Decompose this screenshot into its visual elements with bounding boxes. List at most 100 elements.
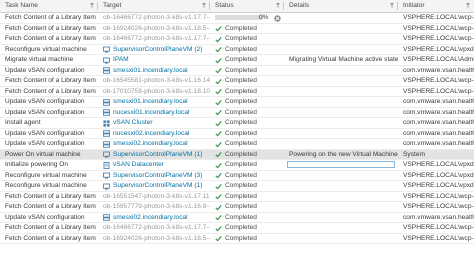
initiator-cell: VSPHERE.LOCAL\wcp-v <box>403 24 474 32</box>
initiator-cell: com.vmware.vsan.health <box>403 98 474 105</box>
status-cell: Completed <box>210 87 284 97</box>
task-name-cell: Reconfigure virtual machine <box>5 171 87 179</box>
target-link[interactable]: smesxi02.incendiary.local <box>98 213 210 223</box>
table-row[interactable]: Update vSAN configuration nucesxi01.incen… <box>0 108 474 118</box>
details-cell: Migrating Virtual Machine active state <box>289 56 398 63</box>
filter-icon[interactable] <box>276 3 280 8</box>
target-link[interactable]: smesxi02.incendiary.local <box>98 139 210 149</box>
target-link-label: IPAM <box>113 56 129 63</box>
column-header-details[interactable]: Details <box>284 0 398 12</box>
table-row[interactable]: Fetch Content of a Library Item ob-170107… <box>0 87 474 97</box>
target-link[interactable]: vSAN Cluster <box>98 118 210 128</box>
initiator-cell: VSPHERE.LOCAL\vpxd-e <box>403 182 474 189</box>
check-icon <box>215 225 222 231</box>
details-cell <box>284 45 398 55</box>
table-row[interactable]: Update vSAN configuration smesxi01.incend… <box>0 97 474 108</box>
status-label: Completed <box>225 213 257 221</box>
host-icon <box>103 214 110 221</box>
target-link[interactable]: nucesxi01.incendiary.local <box>98 108 210 118</box>
table-row[interactable]: Initialize powering On vSAN Datacenter Com… <box>0 160 474 171</box>
virtual-machine-icon <box>103 183 110 190</box>
details-cell <box>284 34 398 44</box>
initiator-cell: VSPHERE.LOCAL\wcp-v <box>403 14 474 21</box>
virtual-machine-icon <box>103 46 110 53</box>
target-link[interactable]: smesxi01.incendiary.local <box>98 97 210 107</box>
task-name-cell: Update vSAN configuration <box>5 129 85 137</box>
details-cell <box>284 76 398 86</box>
target-link-label: SupervisorControlPlaneVM (1) <box>113 182 203 189</box>
filter-icon[interactable] <box>466 3 470 8</box>
details-cell <box>284 234 398 244</box>
details-field[interactable] <box>287 161 395 168</box>
task-name-cell: Fetch Content of a Library Item <box>5 77 96 84</box>
details-cell <box>284 87 398 97</box>
table-row[interactable]: Fetch Content of a Library Item ob-164667… <box>0 13 474 24</box>
target-link[interactable]: vSAN Datacenter <box>98 160 210 170</box>
target-link[interactable]: SupervisorControlPlaneVM (1) <box>98 181 210 191</box>
status-label: Completed <box>225 66 257 74</box>
virtual-machine-icon <box>103 57 110 64</box>
status-label: Completed <box>225 171 257 179</box>
details-cell <box>284 223 398 233</box>
filter-icon[interactable] <box>202 3 206 8</box>
check-icon <box>215 141 222 147</box>
status-cell: Completed <box>210 108 284 118</box>
cancel-icon[interactable] <box>274 14 281 22</box>
status-label: Completed <box>225 119 257 126</box>
table-row[interactable]: Fetch Content of a Library Item ob-164667… <box>0 223 474 234</box>
details-cell <box>284 213 398 223</box>
target-link[interactable]: SupervisorControlPlaneVM (1) <box>98 150 210 160</box>
virtual-machine-icon <box>103 172 110 179</box>
table-row[interactable]: Migrate virtual machine IPAM Completed Migr… <box>0 55 474 66</box>
status-cell: Completed <box>210 234 284 244</box>
table-row[interactable]: Update vSAN configuration smesxi02.incend… <box>0 213 474 223</box>
column-header-status[interactable]: Status <box>210 0 284 12</box>
target-link-label: SupervisorControlPlaneVM (3) <box>113 171 203 179</box>
filter-icon[interactable] <box>390 3 394 8</box>
table-row[interactable]: Update vSAN configuration smesxi01.incend… <box>0 66 474 76</box>
target-link-label: nucesxi02.incendiary.local <box>113 129 190 137</box>
table-row[interactable]: Install agent vSAN Cluster Completed com.vm… <box>0 118 474 129</box>
status-cell: Completed <box>210 181 284 191</box>
target-link[interactable]: nucesxi02.incendiary.local <box>98 129 210 139</box>
status-cell: Completed <box>210 24 284 34</box>
table-row[interactable]: Power On virtual machine SupervisorContro… <box>0 149 474 160</box>
initiator-cell: VSPHERE.LOCAL\vpxd-e <box>403 161 474 168</box>
target-link[interactable]: IPAM <box>98 55 210 65</box>
details-cell <box>284 66 398 76</box>
initiator-cell: VSPHERE.LOCAL\wcp-v <box>403 234 474 242</box>
column-header-label: Initiator <box>403 2 425 9</box>
initiator-cell: VSPHERE.LOCAL\wcp-v <box>403 87 474 95</box>
table-row[interactable]: Fetch Content of a Library Item ob-169240… <box>0 24 474 34</box>
table-row[interactable]: Fetch Content of a Library Item ob-159577… <box>0 202 474 213</box>
table-row[interactable]: Update vSAN configuration smesxi02.incend… <box>0 139 474 150</box>
table-row[interactable]: Reconfigure virtual machine SupervisorCon… <box>0 45 474 55</box>
check-icon <box>215 78 222 84</box>
details-cell <box>284 13 398 23</box>
check-icon <box>215 68 222 74</box>
table-row[interactable]: Update vSAN configuration nucesxi02.incen… <box>0 129 474 139</box>
table-row[interactable]: Reconfigure virtual machine SupervisorCon… <box>0 181 474 192</box>
status-cell: Completed <box>210 34 284 44</box>
column-header-task-name[interactable]: Task Name <box>0 0 98 12</box>
table-row[interactable]: Fetch Content of a Library Item ob-169240… <box>0 234 474 244</box>
target-link[interactable]: SupervisorControlPlaneVM (2) <box>98 45 210 55</box>
column-header-target[interactable]: Target <box>98 0 210 12</box>
column-header-initiator[interactable]: Initiator <box>398 0 474 12</box>
filter-icon[interactable] <box>90 3 94 8</box>
table-row[interactable]: Fetch Content of a Library Item ob-164667… <box>0 34 474 45</box>
check-icon <box>215 26 222 32</box>
column-header-label: Details <box>289 2 310 9</box>
table-row[interactable]: Fetch Content of a Library Item ob-165515… <box>0 192 474 202</box>
status-label: Completed <box>225 108 257 116</box>
status-label: Completed <box>225 98 257 105</box>
target-link[interactable]: SupervisorControlPlaneVM (3) <box>98 171 210 181</box>
target-link[interactable]: smesxi01.incendiary.local <box>98 66 210 76</box>
table-row[interactable]: Reconfigure virtual machine SupervisorCon… <box>0 171 474 181</box>
table-row[interactable]: Fetch Content of a Library Item ob-165455… <box>0 76 474 87</box>
task-name-cell: Fetch Content of a Library Item <box>5 234 96 242</box>
initiator-cell: VSPHERE.LOCAL\wcp-v <box>403 77 474 84</box>
initiator-cell: VSPHERE.LOCAL\wcp-v <box>403 203 474 210</box>
initiator-cell: com.vmware.vsan.health <box>403 140 474 147</box>
details-cell <box>284 202 398 212</box>
